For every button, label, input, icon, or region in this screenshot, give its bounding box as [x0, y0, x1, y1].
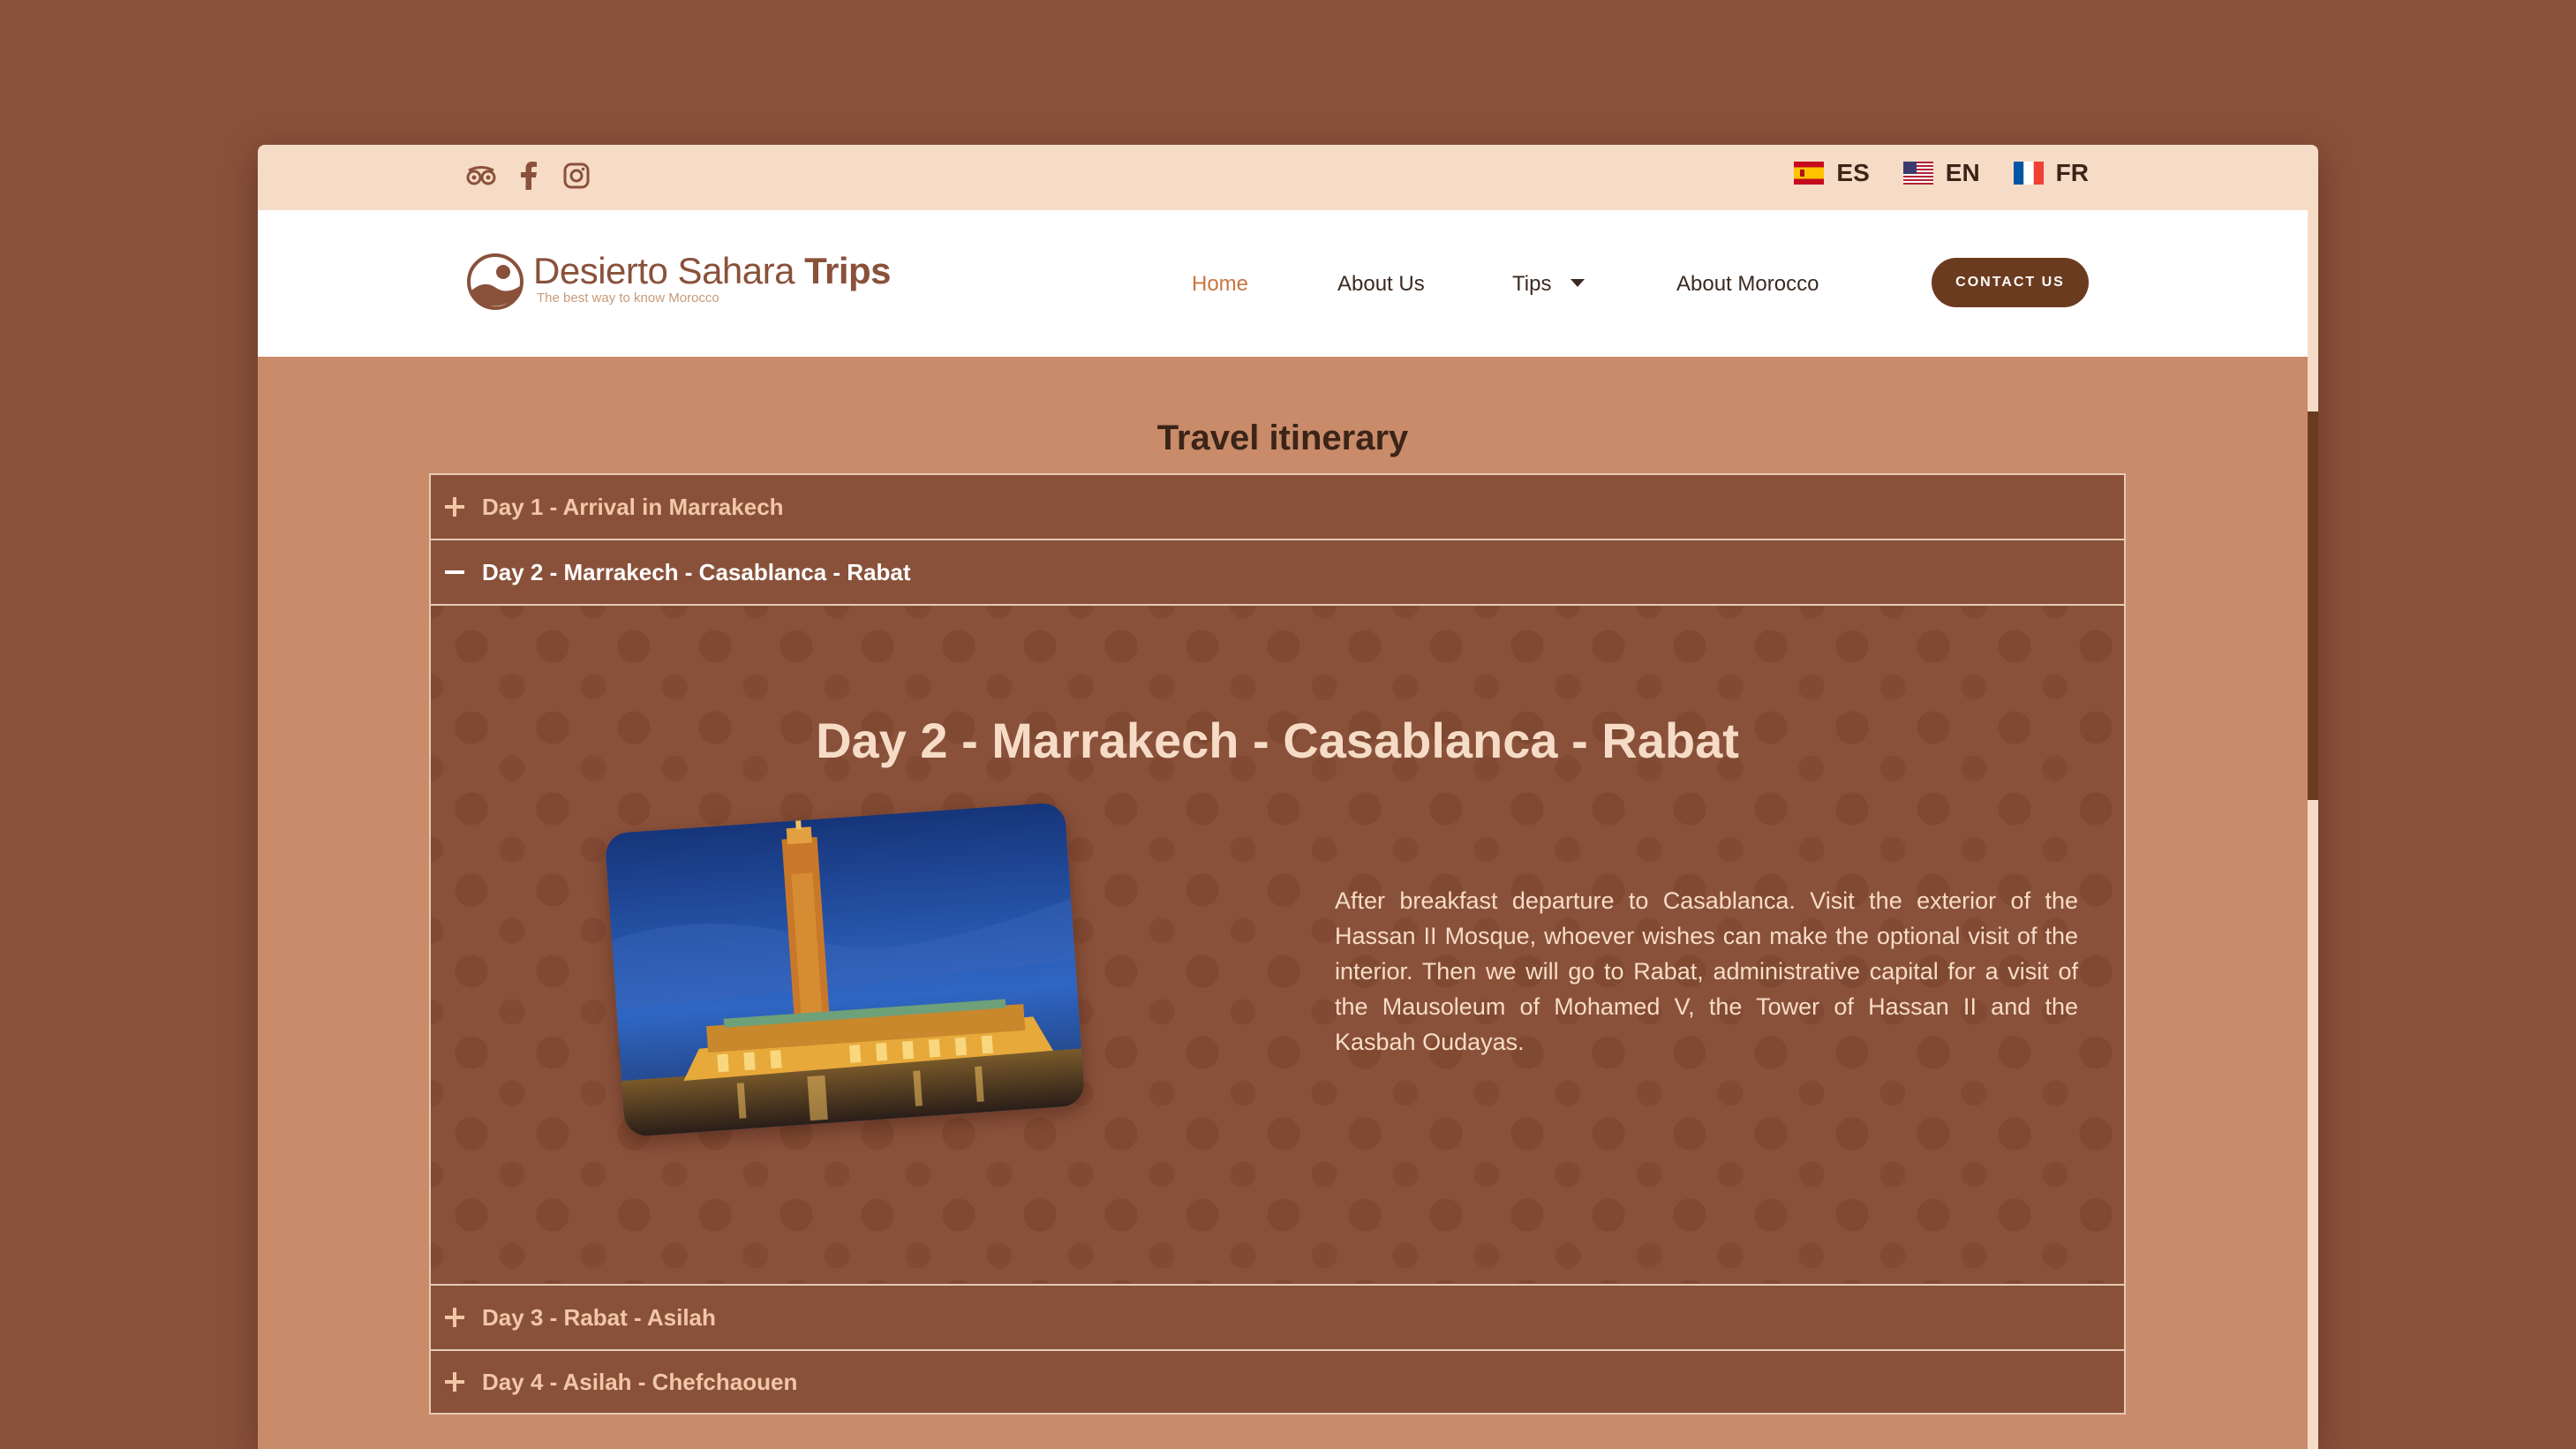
plus-icon: [445, 1308, 464, 1327]
language-es[interactable]: ES: [1794, 159, 1870, 187]
accordion-day-2[interactable]: Day 2 - Marrakech - Casablanca - Rabat: [431, 539, 2124, 604]
accordion-day-4[interactable]: Day 4 - Asilah - Chefchaouen: [431, 1349, 2124, 1415]
language-en[interactable]: EN: [1902, 159, 1980, 187]
hassan-ii-mosque-photo: [604, 802, 1086, 1137]
accordion-day-2-panel: Day 2 - Marrakech - Casablanca - Rabat A…: [431, 604, 2124, 1284]
accordion-day-2-label: Day 2 - Marrakech - Casablanca - Rabat: [482, 558, 911, 585]
language-switcher: ES EN FR: [1794, 159, 2089, 187]
top-utility-bar: ES EN FR: [258, 145, 2318, 210]
france-flag-icon: [2013, 162, 2044, 185]
logo-title-bold: Trips: [804, 250, 892, 291]
nav-tips-label: Tips: [1512, 272, 1552, 296]
facebook-icon[interactable]: [514, 161, 544, 191]
logo-tagline: The best way to know Morocco: [537, 291, 719, 306]
nav-tips[interactable]: Tips: [1512, 272, 1586, 297]
accordion-day-3-label: Day 3 - Rabat - Asilah: [482, 1303, 716, 1331]
language-fr[interactable]: FR: [2013, 159, 2089, 187]
day-description: After breakfast departure to Casablanca.…: [1335, 887, 2078, 1055]
desert-logo-icon: [467, 253, 523, 310]
accordion-day-4-label: Day 4 - Asilah - Chefchaouen: [482, 1368, 798, 1395]
accordion-day-3[interactable]: Day 3 - Rabat - Asilah: [431, 1284, 2124, 1349]
social-links: [466, 161, 591, 191]
scrollbar-track[interactable]: [2308, 210, 2318, 1449]
caret-down-icon: [1570, 279, 1586, 288]
day-heading: Day 2 - Marrakech - Casablanca - Rabat: [816, 713, 1739, 768]
language-es-label: ES: [1836, 159, 1870, 186]
plus-icon: [445, 497, 464, 517]
itinerary-title: Travel itinerary: [1156, 419, 1409, 457]
spain-flag-icon: [1794, 162, 1825, 185]
browser-window: ES EN FR Desierto Sahara Trips The best …: [258, 145, 2318, 1449]
instagram-icon[interactable]: [561, 161, 591, 191]
itinerary-accordion: Day 1 - Arrival in Marrakech Day 2 - Mar…: [429, 473, 2126, 1415]
accordion-day-1-label: Day 1 - Arrival in Marrakech: [482, 493, 784, 520]
plus-icon: [445, 1372, 464, 1392]
language-fr-label: FR: [2055, 159, 2089, 186]
main-navbar: Desierto Sahara Trips The best way to kn…: [258, 210, 2308, 357]
language-en-label: EN: [1945, 159, 1980, 186]
accordion-day-1[interactable]: Day 1 - Arrival in Marrakech: [431, 473, 2124, 539]
nav-about-morocco[interactable]: About Morocco: [1676, 272, 1819, 297]
nav-home[interactable]: Home: [1192, 272, 1248, 297]
logo-title-light: Desierto Sahara: [533, 250, 805, 291]
scrollbar-thumb[interactable]: [2308, 411, 2318, 800]
usa-flag-icon: [1902, 162, 1933, 185]
minus-icon: [445, 562, 464, 582]
site-logo[interactable]: Desierto Sahara Trips The best way to kn…: [466, 250, 892, 311]
tripadvisor-icon[interactable]: [466, 161, 496, 191]
contact-us-button[interactable]: CONTACT US: [1932, 258, 2089, 307]
nav-about-us[interactable]: About Us: [1337, 272, 1425, 297]
